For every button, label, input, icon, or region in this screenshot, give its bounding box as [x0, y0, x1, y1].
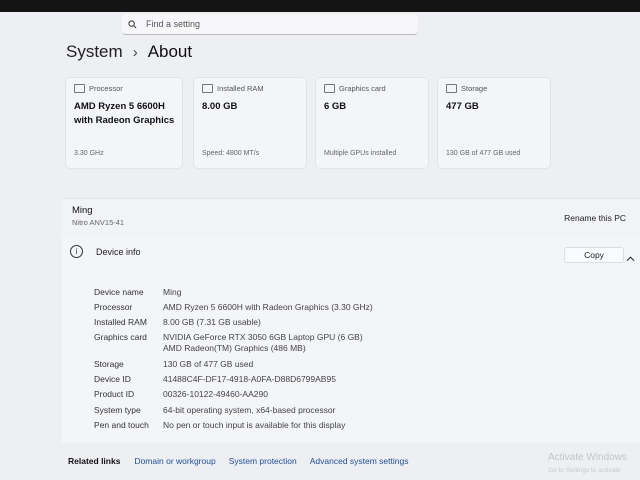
device-info-panel: i Device info Copy Device name Ming Proc…	[62, 237, 640, 443]
card-label: Processor	[89, 84, 123, 93]
spec-key: Storage	[94, 359, 124, 369]
related-links-label: Related links	[68, 456, 121, 466]
card-label: Graphics card	[339, 84, 386, 93]
spec-key: Processor	[94, 302, 133, 312]
spec-value: NVIDIA GeForce RTX 3050 6GB Laptop GPU (…	[163, 332, 363, 342]
card-label: Installed RAM	[217, 84, 264, 93]
info-icon: i	[70, 245, 83, 258]
spec-value: AMD Ryzen 5 6600H with Radeon Graphics (…	[163, 302, 373, 312]
advanced-system-settings-link[interactable]: Advanced system settings	[310, 456, 409, 466]
domain-workgroup-link[interactable]: Domain or workgroup	[134, 456, 215, 466]
ram-icon	[202, 84, 213, 93]
spec-key: Pen and touch	[94, 420, 149, 430]
card-sub: Multiple GPUs installed	[324, 150, 397, 157]
storage-card: Storage 477 GB 130 GB of 477 GB used	[438, 78, 550, 168]
spec-key: Product ID	[94, 389, 135, 399]
search-icon	[128, 19, 140, 29]
copy-button[interactable]: Copy	[564, 247, 624, 263]
spec-value: No pen or touch input is available for t…	[163, 420, 346, 430]
card-value: 6 GB	[324, 101, 347, 112]
search-placeholder: Find a setting	[146, 19, 201, 29]
settings-window: Find a setting System › About Processor …	[0, 12, 640, 480]
search-input[interactable]: Find a setting	[122, 14, 418, 35]
spec-value: AMD Radeon(TM) Graphics (486 MB)	[163, 343, 306, 353]
device-info-title: Device info	[96, 247, 141, 257]
spec-key: Graphics card	[94, 332, 147, 342]
graphics-card-icon	[324, 84, 335, 93]
spec-key: Device name	[94, 287, 144, 297]
chevron-up-icon[interactable]	[626, 249, 636, 262]
system-protection-link[interactable]: System protection	[229, 456, 297, 466]
card-value: 477 GB	[446, 101, 479, 112]
spec-value: 00326-10122-49460-AA290	[163, 389, 268, 399]
processor-card: Processor AMD Ryzen 5 6600H with Radeon …	[66, 78, 182, 168]
activate-windows-subtext: Go to Settings to activate	[548, 467, 621, 474]
spec-value: 41488C4F-DF17-4918-A0FA-D88D6799AB95	[163, 374, 336, 384]
spec-value: 130 GB of 477 GB used	[163, 359, 254, 369]
card-value: AMD Ryzen 5 6600H with Radeon Graphics	[74, 101, 175, 126]
device-info-header[interactable]: i Device info Copy	[62, 237, 640, 267]
processor-icon	[74, 84, 85, 93]
breadcrumb-system[interactable]: System	[66, 42, 123, 62]
spec-value: 8.00 GB (7.31 GB usable)	[163, 317, 261, 327]
storage-icon	[446, 84, 457, 93]
page-title: System › About	[66, 42, 192, 62]
card-sub: 130 GB of 477 GB used	[446, 150, 521, 157]
spec-key: Installed RAM	[94, 317, 147, 327]
spec-key: Device ID	[94, 374, 131, 384]
breadcrumb-about: About	[147, 42, 193, 61]
card-value: 8.00 GB	[202, 101, 238, 112]
breadcrumb-separator-icon: ›	[132, 43, 138, 61]
rename-pc-button[interactable]: Rename this PC	[564, 211, 626, 225]
card-sub: 3.30 GHz	[74, 150, 104, 157]
device-name: Ming	[72, 205, 93, 216]
spec-value: 64-bit operating system, x64-based proce…	[163, 405, 336, 415]
ram-card: Installed RAM 8.00 GB Speed: 4800 MT/s	[194, 78, 306, 168]
device-name-row: Ming Nitro ANV15-41 Rename this PC	[62, 198, 640, 238]
device-model: Nitro ANV15-41	[72, 218, 125, 227]
activate-windows-watermark: Activate Windows	[548, 452, 627, 463]
spec-value: Ming	[163, 287, 182, 297]
graphics-card-card: Graphics card 6 GB Multiple GPUs install…	[316, 78, 428, 168]
card-label: Storage	[461, 84, 488, 93]
spec-key: System type	[94, 405, 141, 415]
card-sub: Speed: 4800 MT/s	[202, 150, 260, 157]
